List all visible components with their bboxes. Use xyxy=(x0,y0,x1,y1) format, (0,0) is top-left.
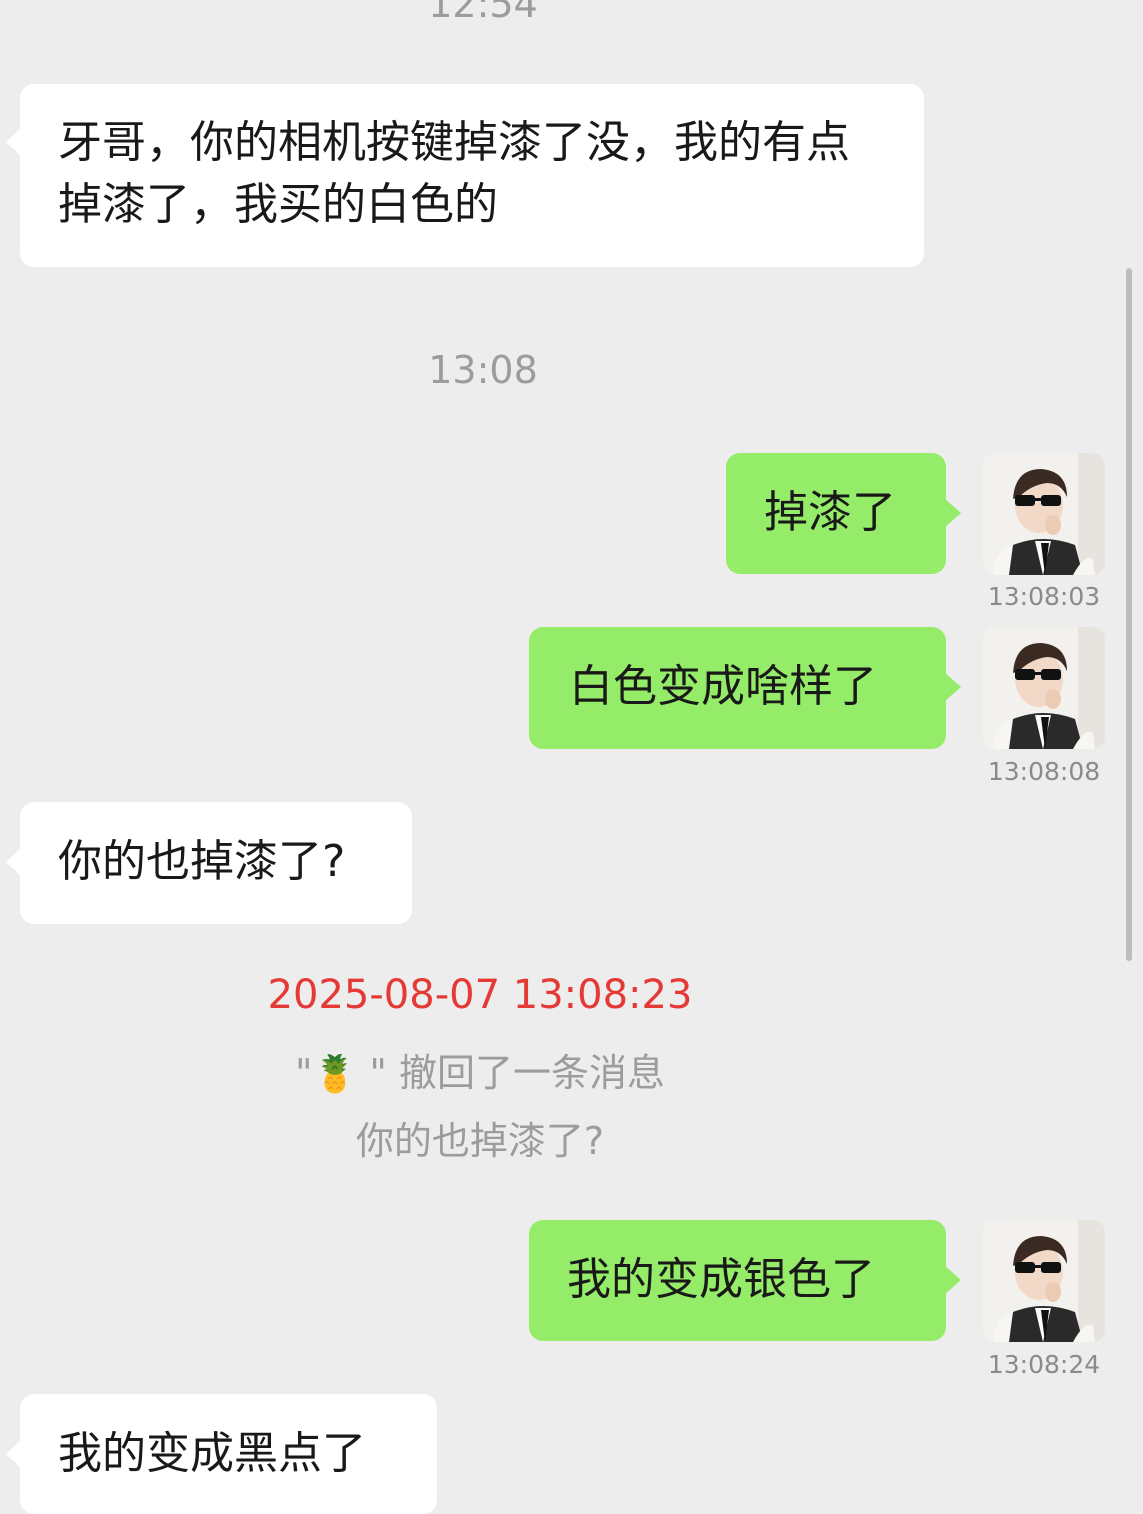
message-bubble-incoming[interactable]: 你的也掉漆了? xyxy=(6,802,412,924)
message-bubble-outgoing[interactable]: 掉漆了 xyxy=(726,453,961,574)
recall-notice: "🍍 " 撤回了一条消息 xyxy=(0,1042,960,1097)
message-text: 牙哥，你的相机按键掉漆了没，我的有点掉漆了，我买的白色的 xyxy=(58,117,850,230)
scrollbar[interactable] xyxy=(1126,268,1132,961)
pineapple-icon: 🍍 xyxy=(312,1054,358,1095)
message-text: 掉漆了 xyxy=(764,487,896,538)
recall-quote-close: " xyxy=(357,1051,387,1095)
message-timestamp: 13:08:08 xyxy=(987,757,1101,786)
bubble-tail xyxy=(6,1440,21,1468)
message-bubble-incoming[interactable]: 我的变成黑点了 xyxy=(6,1394,437,1514)
message-timestamp: 13:08:24 xyxy=(987,1350,1101,1379)
message-bubble-incoming[interactable]: 牙哥，你的相机按键掉漆了没，我的有点掉漆了，我买的白色的 xyxy=(6,84,924,267)
bubble-tail xyxy=(6,128,21,156)
message-bubble-outgoing[interactable]: 我的变成银色了 xyxy=(529,1220,961,1341)
message-timestamp: 13:08:03 xyxy=(987,582,1101,611)
timestamp-divider: 13:08 xyxy=(428,348,538,392)
boy-with-sunglasses-avatar-icon xyxy=(983,627,1105,749)
boy-with-sunglasses-avatar-icon xyxy=(983,1220,1105,1342)
recall-quote-open: " xyxy=(295,1051,313,1095)
user-avatar[interactable] xyxy=(983,627,1105,749)
bubble-tail xyxy=(945,1266,961,1294)
message-bubble-outgoing[interactable]: 白色变成啥样了 xyxy=(529,627,961,749)
bubble-tail xyxy=(6,848,21,876)
timestamp-top: 12:54 xyxy=(428,0,538,26)
message-text: 我的变成银色了 xyxy=(567,1254,875,1305)
user-avatar[interactable] xyxy=(983,453,1105,575)
recall-content: 你的也掉漆了? xyxy=(355,1119,605,1163)
bubble-tail xyxy=(945,499,961,527)
message-text: 我的变成黑点了 xyxy=(58,1428,366,1479)
bubble-tail xyxy=(945,673,961,701)
user-avatar[interactable] xyxy=(983,1220,1105,1342)
recall-datetime: 2025-08-07 13:08:23 xyxy=(267,972,693,1018)
boy-with-sunglasses-avatar-icon xyxy=(983,453,1105,575)
recall-notice-text: 撤回了一条消息 xyxy=(386,1051,665,1095)
message-text: 你的也掉漆了? xyxy=(58,836,346,887)
message-text: 白色变成啥样了 xyxy=(569,661,877,712)
